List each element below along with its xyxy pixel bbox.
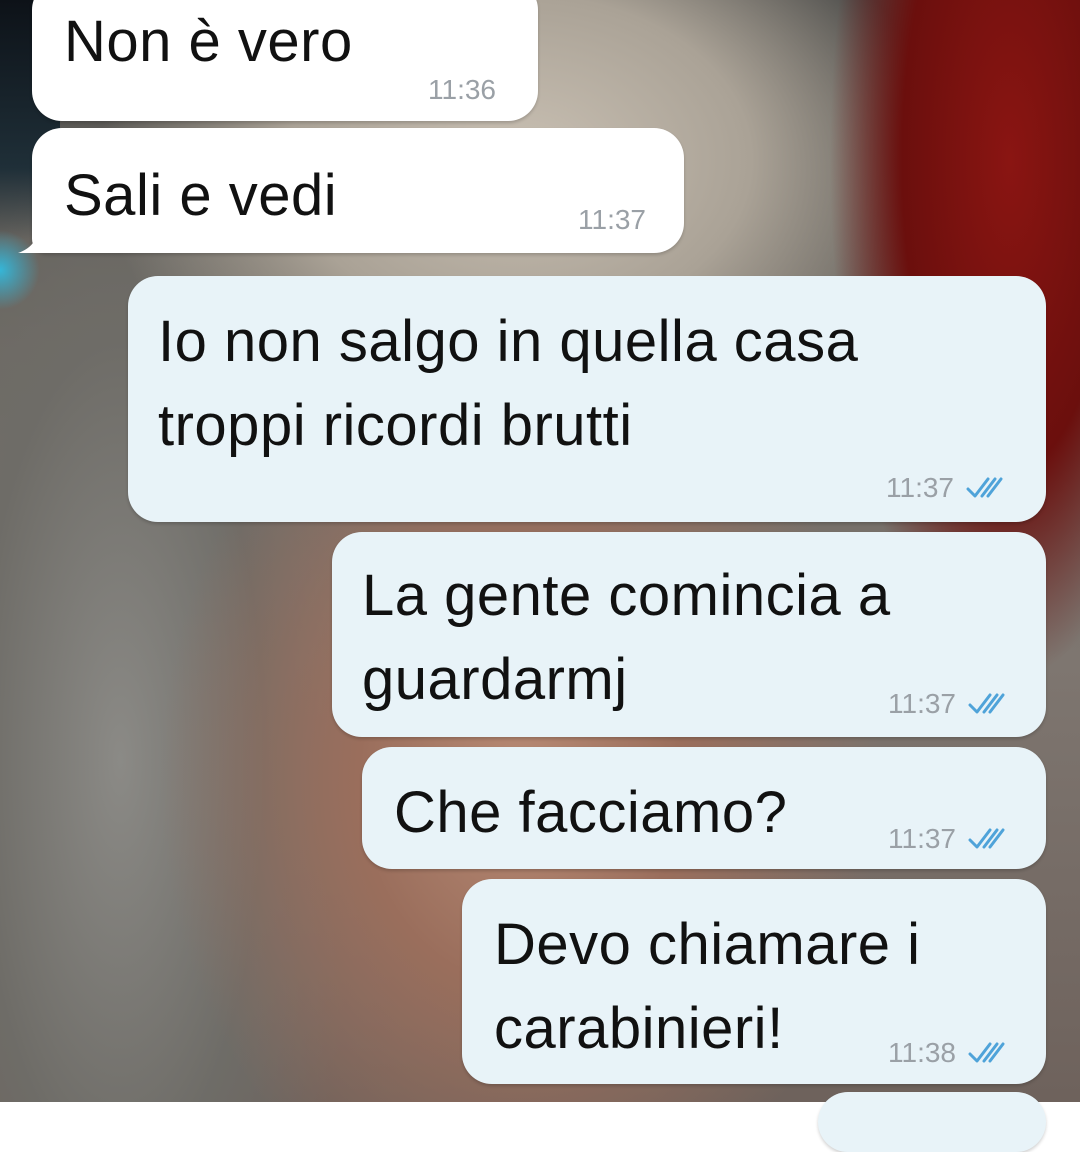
double-check-icon (968, 1042, 1005, 1063)
message-list[interactable]: Non è vero 11:36 Sali e vedi 11:37 Io no… (0, 0, 1080, 1152)
message-meta: 11:37 (578, 204, 646, 236)
message-bubble-incoming[interactable]: Sali e vedi 11:37 (18, 128, 684, 253)
message-time: 11:37 (888, 823, 956, 854)
message-bubble-outgoing[interactable]: Io non salgo in quella casa troppi ricor… (128, 276, 1046, 522)
message-text: Non è vero (64, 9, 353, 74)
message-bubble-outgoing[interactable]: La gente comincia a guardarmj 11:37 (332, 532, 1046, 737)
double-check-icon (968, 828, 1005, 849)
message-meta: 11:38 (888, 1037, 1012, 1069)
message-text: La gente comincia a guardarmj (362, 563, 891, 712)
message-text: Io non salgo in quella casa troppi ricor… (158, 309, 859, 458)
message-bubble-outgoing-partial[interactable] (818, 1092, 1046, 1152)
message-meta: 11:37 (888, 688, 1012, 720)
message-bubble-incoming[interactable]: Non è vero 11:36 (32, 0, 538, 121)
message-text: Che facciamo? (394, 780, 788, 845)
message-time: 11:37 (888, 688, 956, 719)
message-meta: 11:37 (886, 472, 1010, 504)
message-time: 11:37 (886, 472, 954, 503)
message-meta: 11:36 (428, 74, 496, 106)
message-text: Devo chiamare i carabinieri! (494, 912, 921, 1061)
message-time: 11:36 (428, 74, 496, 105)
message-time: 11:37 (578, 204, 646, 235)
double-check-icon (968, 693, 1005, 714)
message-bubble-outgoing[interactable]: Che facciamo? 11:37 (362, 747, 1046, 869)
message-bubble-outgoing[interactable]: Devo chiamare i carabinieri! 11:38 (462, 879, 1046, 1084)
bubble-tail-icon (18, 223, 48, 253)
message-time: 11:38 (888, 1037, 956, 1068)
message-meta: 11:37 (888, 823, 1012, 855)
message-text: Sali e vedi (64, 163, 338, 228)
double-check-icon (966, 477, 1003, 498)
